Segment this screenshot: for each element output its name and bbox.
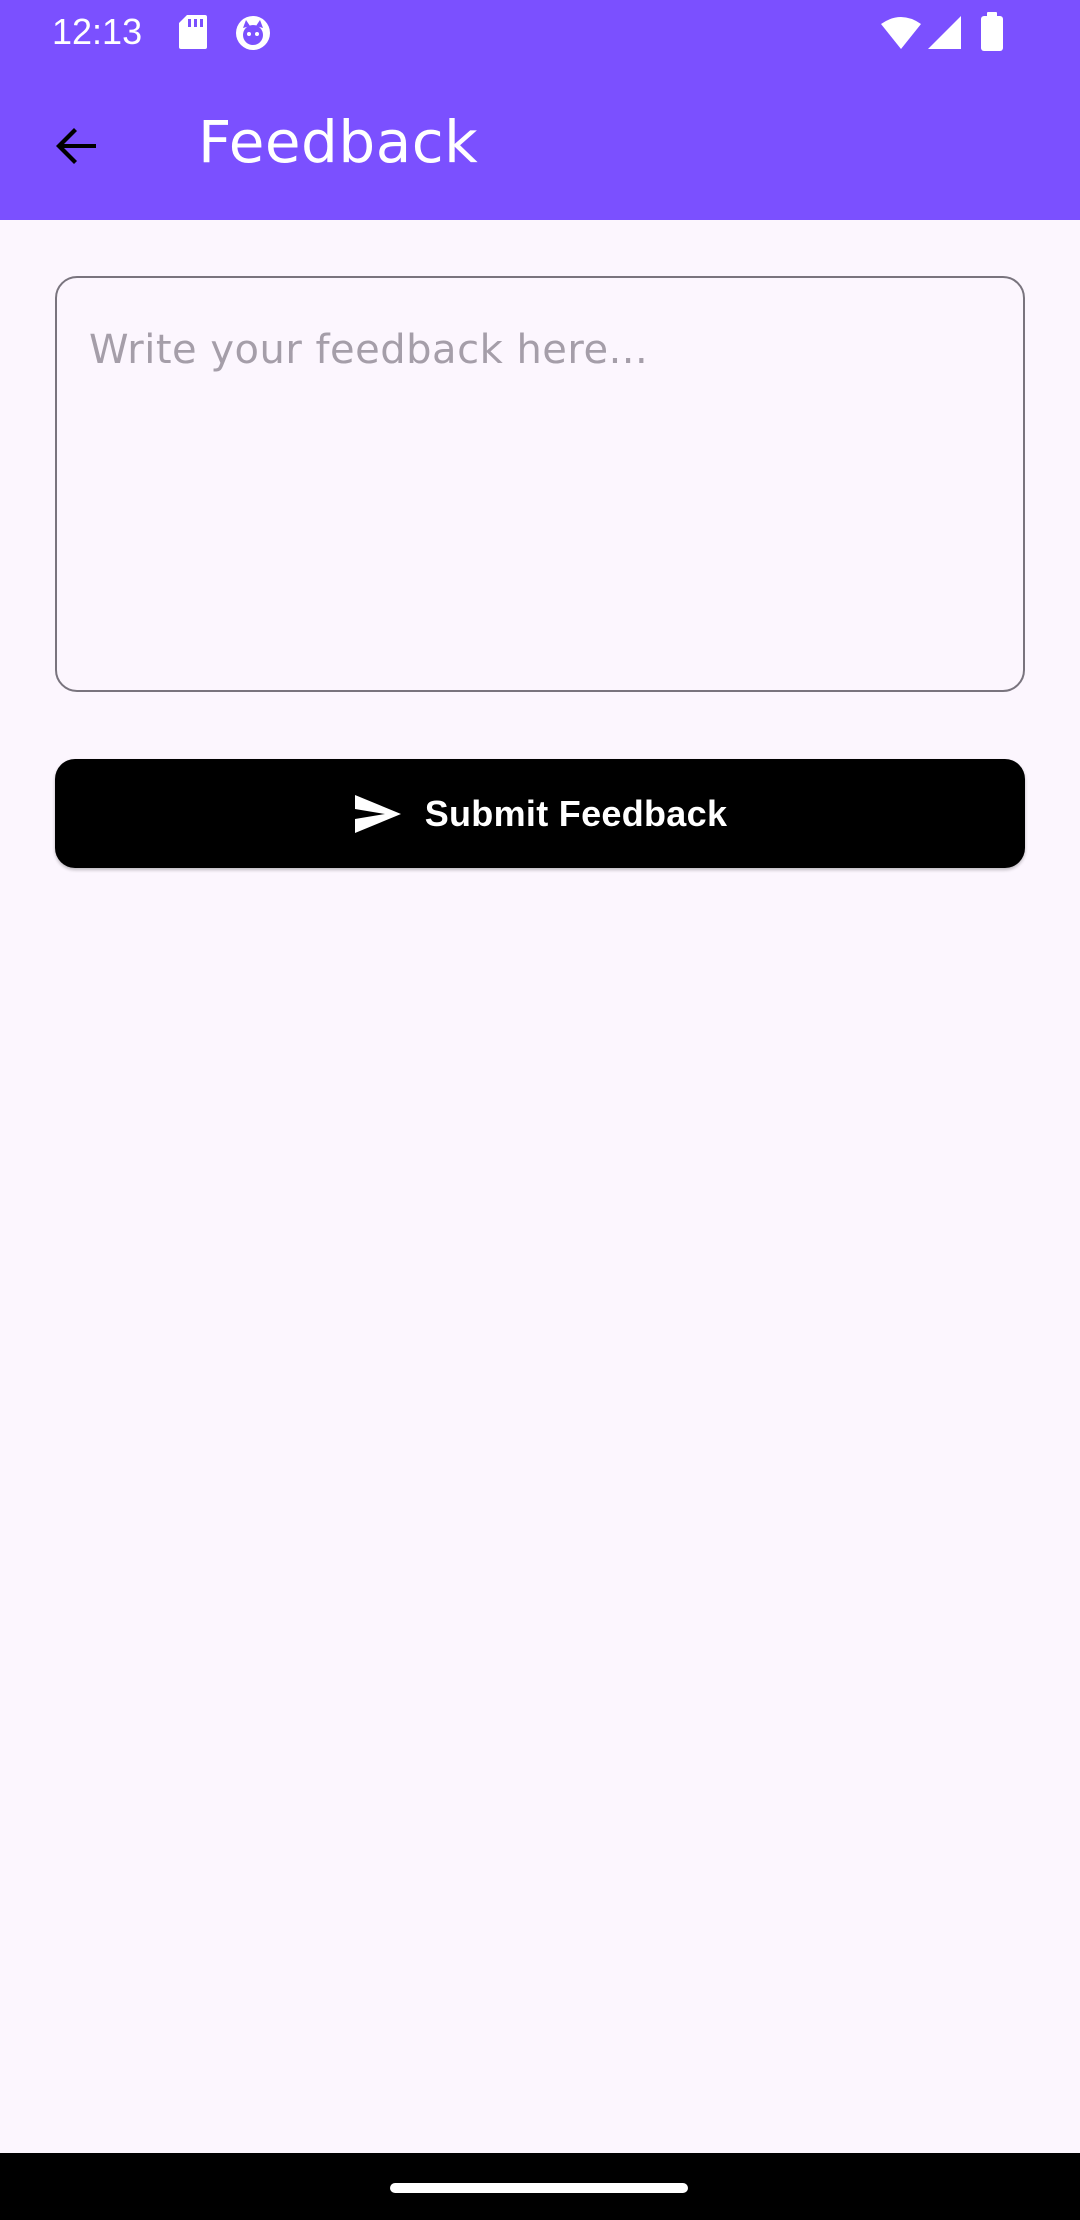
sd-card-icon: [179, 15, 207, 49]
submit-feedback-button[interactable]: Submit Feedback: [55, 759, 1025, 868]
page-title: Feedback: [198, 108, 479, 176]
back-button[interactable]: [36, 106, 116, 186]
status-time: 12:13: [52, 11, 143, 52]
send-icon: [354, 794, 401, 833]
navigation-bar: [0, 2153, 1080, 2220]
feedback-input[interactable]: [57, 278, 1023, 690]
app-bar: Feedback: [0, 64, 1080, 220]
cat-face-icon: [236, 16, 270, 50]
submit-button-label: Submit Feedback: [424, 792, 728, 834]
battery-icon: [981, 12, 1003, 51]
wifi-icon: [881, 17, 921, 49]
signal-icon: [928, 16, 961, 49]
arrow-back-icon: [56, 128, 96, 164]
home-indicator[interactable]: [390, 2183, 688, 2193]
status-bar: 12:13: [0, 0, 1080, 64]
feedback-field: [55, 276, 1025, 692]
